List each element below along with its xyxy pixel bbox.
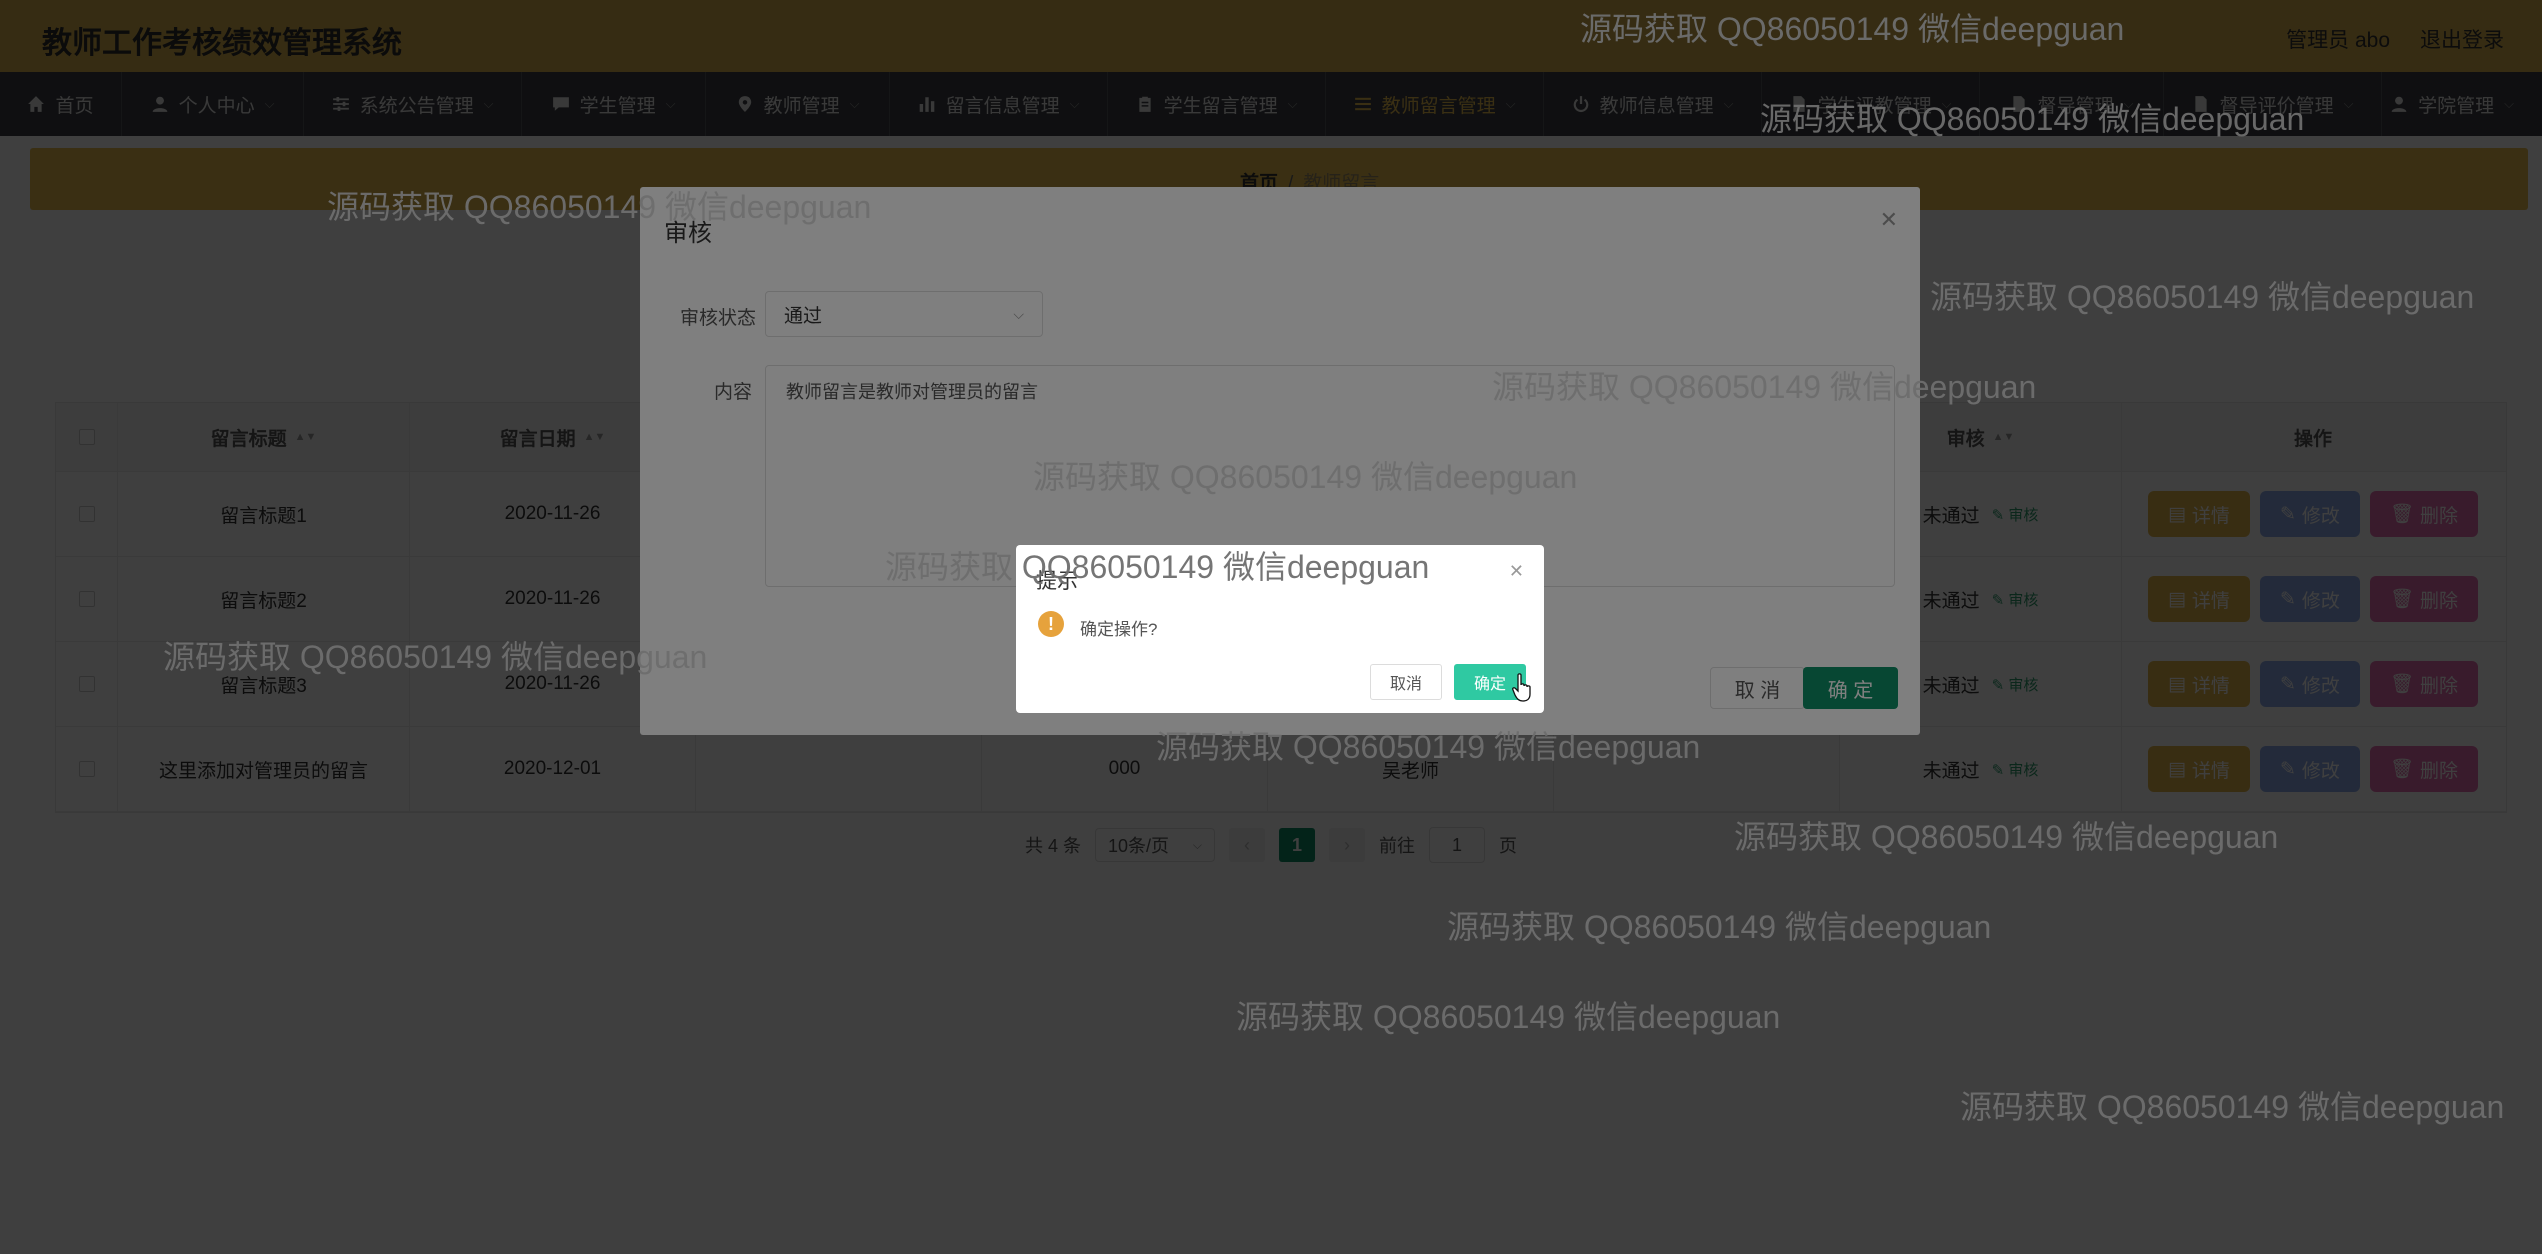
hand-cursor-icon	[1512, 673, 1531, 702]
confirm-dialog: 提示 ✕ ! 确定操作? 取消 确定	[1016, 545, 1544, 713]
warning-icon: !	[1038, 611, 1064, 637]
close-icon[interactable]: ✕	[1509, 561, 1524, 582]
confirm-cancel-button[interactable]: 取消	[1370, 664, 1442, 700]
confirm-message: 确定操作?	[1080, 620, 1158, 639]
confirm-title: 提示	[1036, 570, 1078, 593]
